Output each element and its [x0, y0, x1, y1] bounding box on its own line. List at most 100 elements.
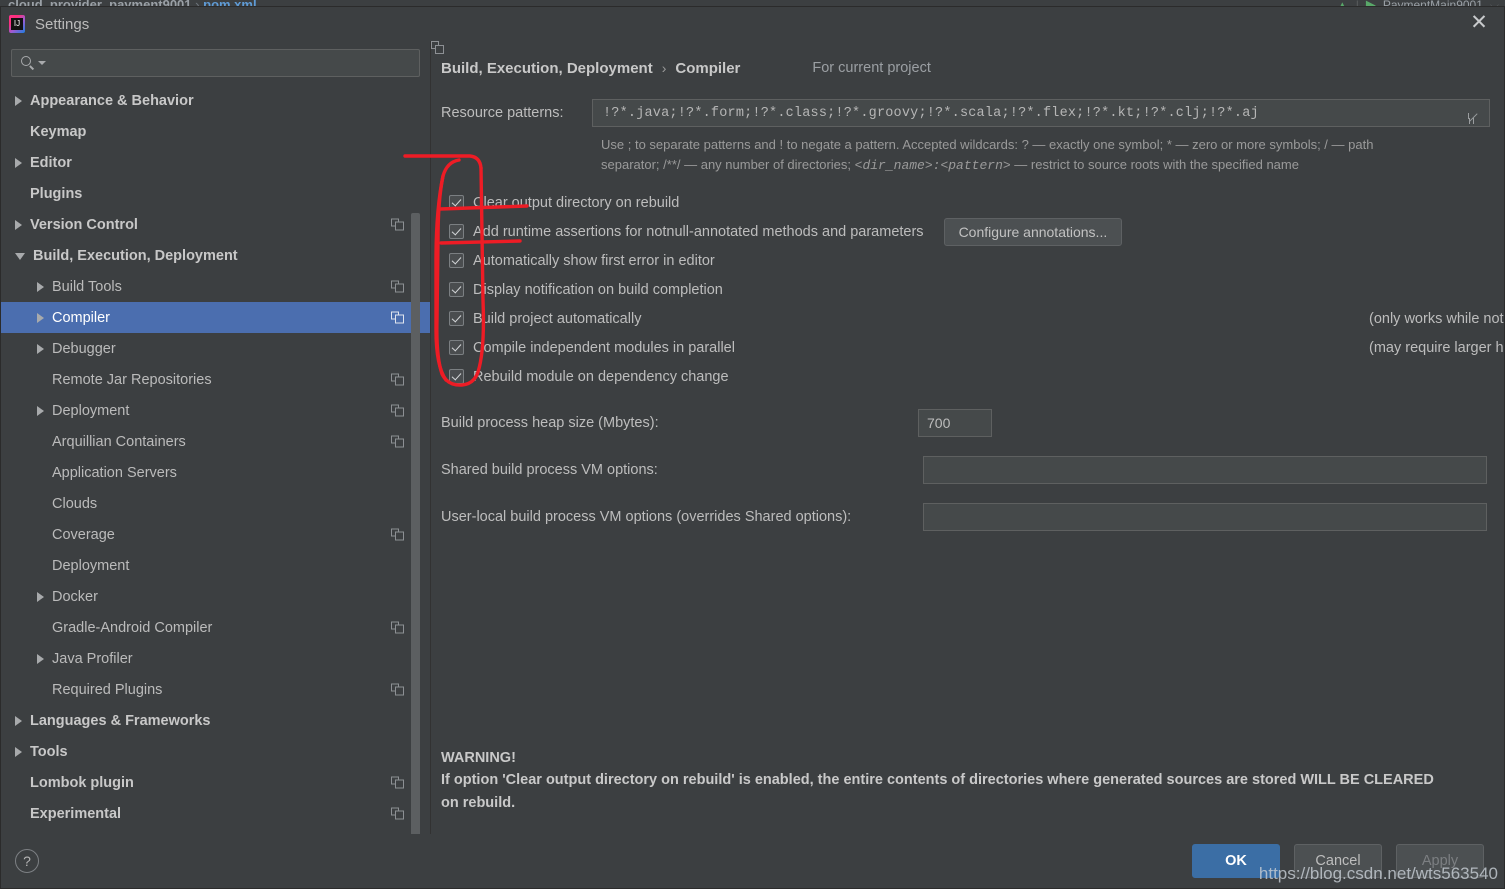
breadcrumb-parent[interactable]: Build, Execution, Deployment — [441, 60, 653, 77]
sidebar-scrollbar-thumb[interactable] — [411, 213, 420, 853]
help-button[interactable]: ? — [15, 849, 39, 873]
chevron-right-icon[interactable] — [37, 312, 44, 323]
sidebar-item-editor[interactable]: Editor — [1, 147, 430, 178]
sidebar-item-build-tools[interactable]: Build Tools — [1, 271, 430, 302]
sidebar-item-label: Arquillian Containers — [52, 433, 186, 450]
sidebar-item-label: Editor — [30, 154, 72, 171]
chevron-right-icon[interactable] — [37, 653, 44, 664]
checkbox-row: Compile independent modules in parallel (… — [449, 333, 1504, 362]
checkbox-rebuild-module-on-dependency-change[interactable] — [449, 369, 464, 385]
sidebar-item-docker[interactable]: Docker — [1, 581, 430, 612]
project-scope-icon — [391, 621, 404, 634]
sidebar-item-remote-jar-repositories[interactable]: Remote Jar Repositories — [1, 364, 430, 395]
checkbox-add-runtime-assertions-for-notnull-annotated-methods-and-parameters[interactable] — [449, 224, 464, 240]
checkbox-build-project-automatically[interactable] — [449, 311, 464, 327]
chevron-right-icon[interactable] — [37, 591, 44, 602]
intellij-idea-logo-icon — [9, 15, 25, 33]
dialog-body: Appearance & Behavior Keymap Editor Plugins… — [1, 41, 1504, 853]
heap-size-label: Build process heap size (Mbytes): — [441, 415, 659, 432]
sidebar-item-compiler[interactable]: Compiler — [1, 302, 430, 333]
sidebar-item-keymap[interactable]: Keymap — [1, 116, 430, 147]
search-input[interactable] — [46, 54, 411, 72]
checkbox-label[interactable]: Rebuild module on dependency change — [473, 369, 729, 385]
shared-vm-options-input[interactable] — [923, 456, 1487, 485]
sidebar-item-experimental[interactable]: Experimental — [1, 798, 430, 829]
apply-button[interactable]: Apply — [1396, 844, 1484, 878]
sidebar-item-required-plugins[interactable]: Required Plugins — [1, 674, 430, 705]
chevron-right-icon[interactable] — [15, 715, 22, 726]
ok-button[interactable]: OK — [1192, 844, 1280, 878]
checkbox-display-notification-on-build-completion[interactable] — [449, 282, 464, 298]
sidebar-item-gradle-android-compiler[interactable]: Gradle-Android Compiler — [1, 612, 430, 643]
chevron-right-icon[interactable] — [15, 157, 22, 168]
checkbox-row: Clear output directory on rebuild — [449, 188, 1490, 217]
checkbox-row: Add runtime assertions for notnull-annot… — [449, 217, 1490, 246]
sidebar-item-java-profiler[interactable]: Java Profiler — [1, 643, 430, 674]
project-scope-icon — [391, 373, 404, 386]
sidebar-item-deployment[interactable]: Deployment — [1, 395, 430, 426]
chevron-right-icon[interactable] — [37, 343, 44, 354]
sidebar-item-languages-frameworks[interactable]: Languages & Frameworks — [1, 705, 430, 736]
sidebar-item-debugger[interactable]: Debugger — [1, 333, 430, 364]
sidebar-item-plugins[interactable]: Plugins — [1, 178, 430, 209]
checkbox-row: Rebuild module on dependency change — [449, 362, 1490, 391]
project-scope-icon — [391, 218, 404, 231]
sidebar-item-coverage[interactable]: Coverage — [1, 519, 430, 550]
configure-annotations-button[interactable]: Configure annotations... — [943, 217, 1123, 246]
chevron-right-icon[interactable] — [15, 95, 22, 106]
compiler-checkbox-list: Clear output directory on rebuild Add run… — [449, 188, 1504, 391]
shared-vm-options-label: Shared build process VM options: — [441, 462, 658, 479]
checkbox-label[interactable]: Display notification on build completion — [473, 282, 723, 298]
userlocal-vm-options-label: User-local build process VM options (ove… — [441, 509, 852, 526]
resource-patterns-label: Resource patterns: — [441, 105, 564, 121]
chevron-right-icon[interactable] — [37, 281, 44, 292]
sidebar-item-label: Gradle-Android Compiler — [52, 619, 213, 636]
sidebar-item-lombok-plugin[interactable]: Lombok plugin — [1, 767, 430, 798]
userlocal-vm-options-input[interactable] — [923, 503, 1487, 532]
sidebar-item-arquillian-containers[interactable]: Arquillian Containers — [1, 426, 430, 457]
checkbox-compile-independent-modules-in-parallel[interactable] — [449, 340, 464, 356]
warning-title: WARNING! — [441, 749, 516, 766]
checkbox-clear-output-directory-on-rebuild[interactable] — [449, 195, 464, 211]
close-icon[interactable]: ✕ — [1468, 12, 1490, 35]
project-scope-icon — [391, 404, 404, 417]
for-current-project-text: For current project — [812, 60, 931, 76]
settings-sidebar: Appearance & Behavior Keymap Editor Plugins… — [1, 41, 431, 853]
search-box[interactable] — [11, 49, 420, 77]
sidebar-scrollbar-track[interactable] — [411, 127, 425, 853]
resource-patterns-input[interactable] — [601, 104, 1467, 122]
sidebar-item-tools[interactable]: Tools — [1, 736, 430, 767]
cancel-button[interactable]: Cancel — [1294, 844, 1382, 878]
sidebar-item-label: Keymap — [30, 123, 87, 140]
sidebar-item-application-servers[interactable]: Application Servers — [1, 457, 430, 488]
sidebar-item-appearance-behavior[interactable]: Appearance & Behavior — [1, 85, 430, 116]
chevron-down-icon[interactable] — [15, 253, 25, 260]
heap-size-input[interactable] — [918, 409, 992, 438]
sidebar-item-clouds[interactable]: Clouds — [1, 488, 430, 519]
sidebar-item-label: Remote Jar Repositories — [52, 371, 212, 388]
checkbox-row: Build project automatically (only works w… — [449, 304, 1504, 333]
checkbox-label[interactable]: Add runtime assertions for notnull-annot… — [473, 224, 924, 240]
sidebar-item-label: Compiler — [52, 309, 111, 326]
sidebar-item-deployment[interactable]: Deployment — [1, 550, 430, 581]
sidebar-item-build-execution-deployment[interactable]: Build, Execution, Deployment — [1, 240, 430, 271]
checkbox-label[interactable]: Automatically show first error in editor — [473, 253, 715, 269]
resource-patterns-row: Resource patterns: — [441, 99, 1490, 127]
checkbox-automatically-show-first-error-in-editor[interactable] — [449, 253, 464, 269]
chevron-right-icon[interactable] — [37, 405, 44, 416]
checkbox-label[interactable]: Clear output directory on rebuild — [473, 195, 679, 211]
breadcrumb-separator: › — [661, 60, 667, 76]
project-scope-icon — [431, 41, 805, 75]
expand-icon[interactable] — [1467, 106, 1481, 120]
hint-line-2c: — restrict to source roots with the spec… — [1014, 157, 1299, 173]
sidebar-item-label: Deployment — [52, 402, 130, 419]
sidebar-item-label: Languages & Frameworks — [30, 712, 211, 729]
project-scope-icon — [391, 528, 404, 541]
resource-patterns-field[interactable] — [592, 99, 1490, 127]
sidebar-item-version-control[interactable]: Version Control — [1, 209, 430, 240]
checkbox-label[interactable]: Compile independent modules in parallel — [473, 340, 735, 356]
chevron-right-icon[interactable] — [15, 219, 22, 230]
chevron-right-icon[interactable] — [15, 746, 22, 757]
chevron-down-icon[interactable] — [38, 61, 46, 65]
checkbox-label[interactable]: Build project automatically — [473, 311, 641, 327]
